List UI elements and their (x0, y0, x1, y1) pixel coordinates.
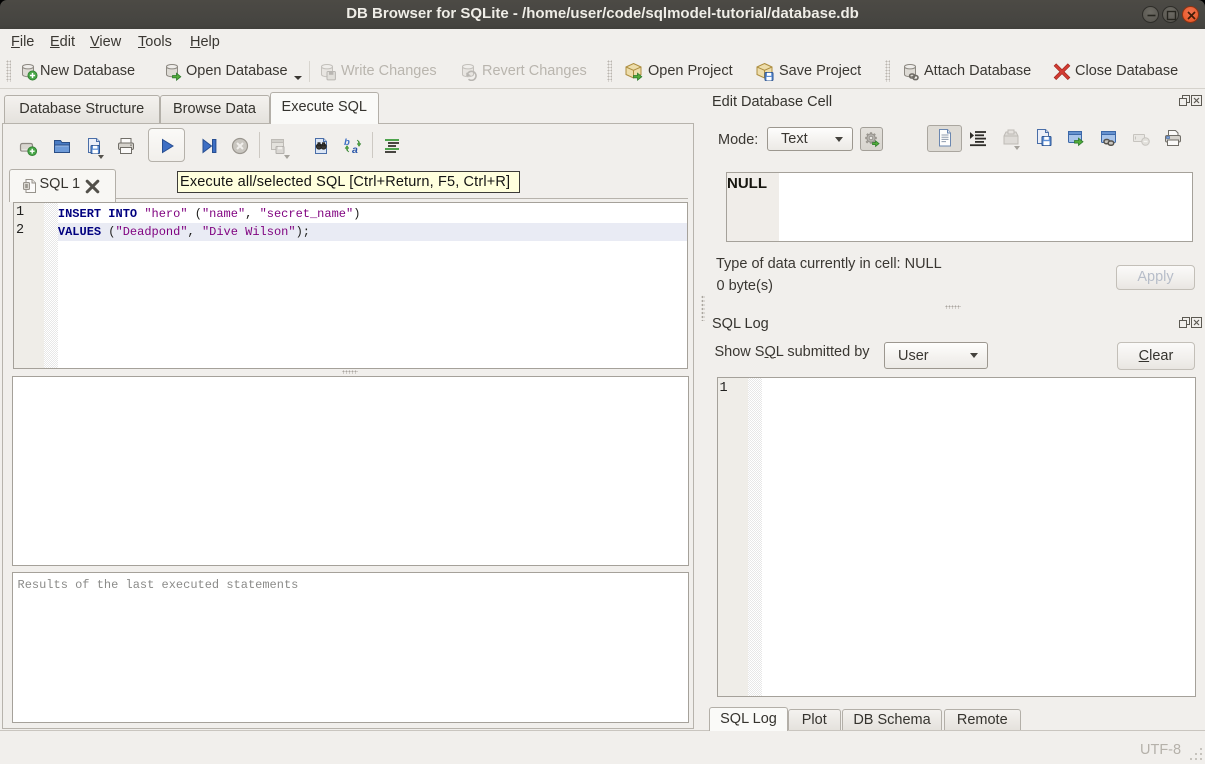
svg-text:a: a (352, 144, 358, 156)
